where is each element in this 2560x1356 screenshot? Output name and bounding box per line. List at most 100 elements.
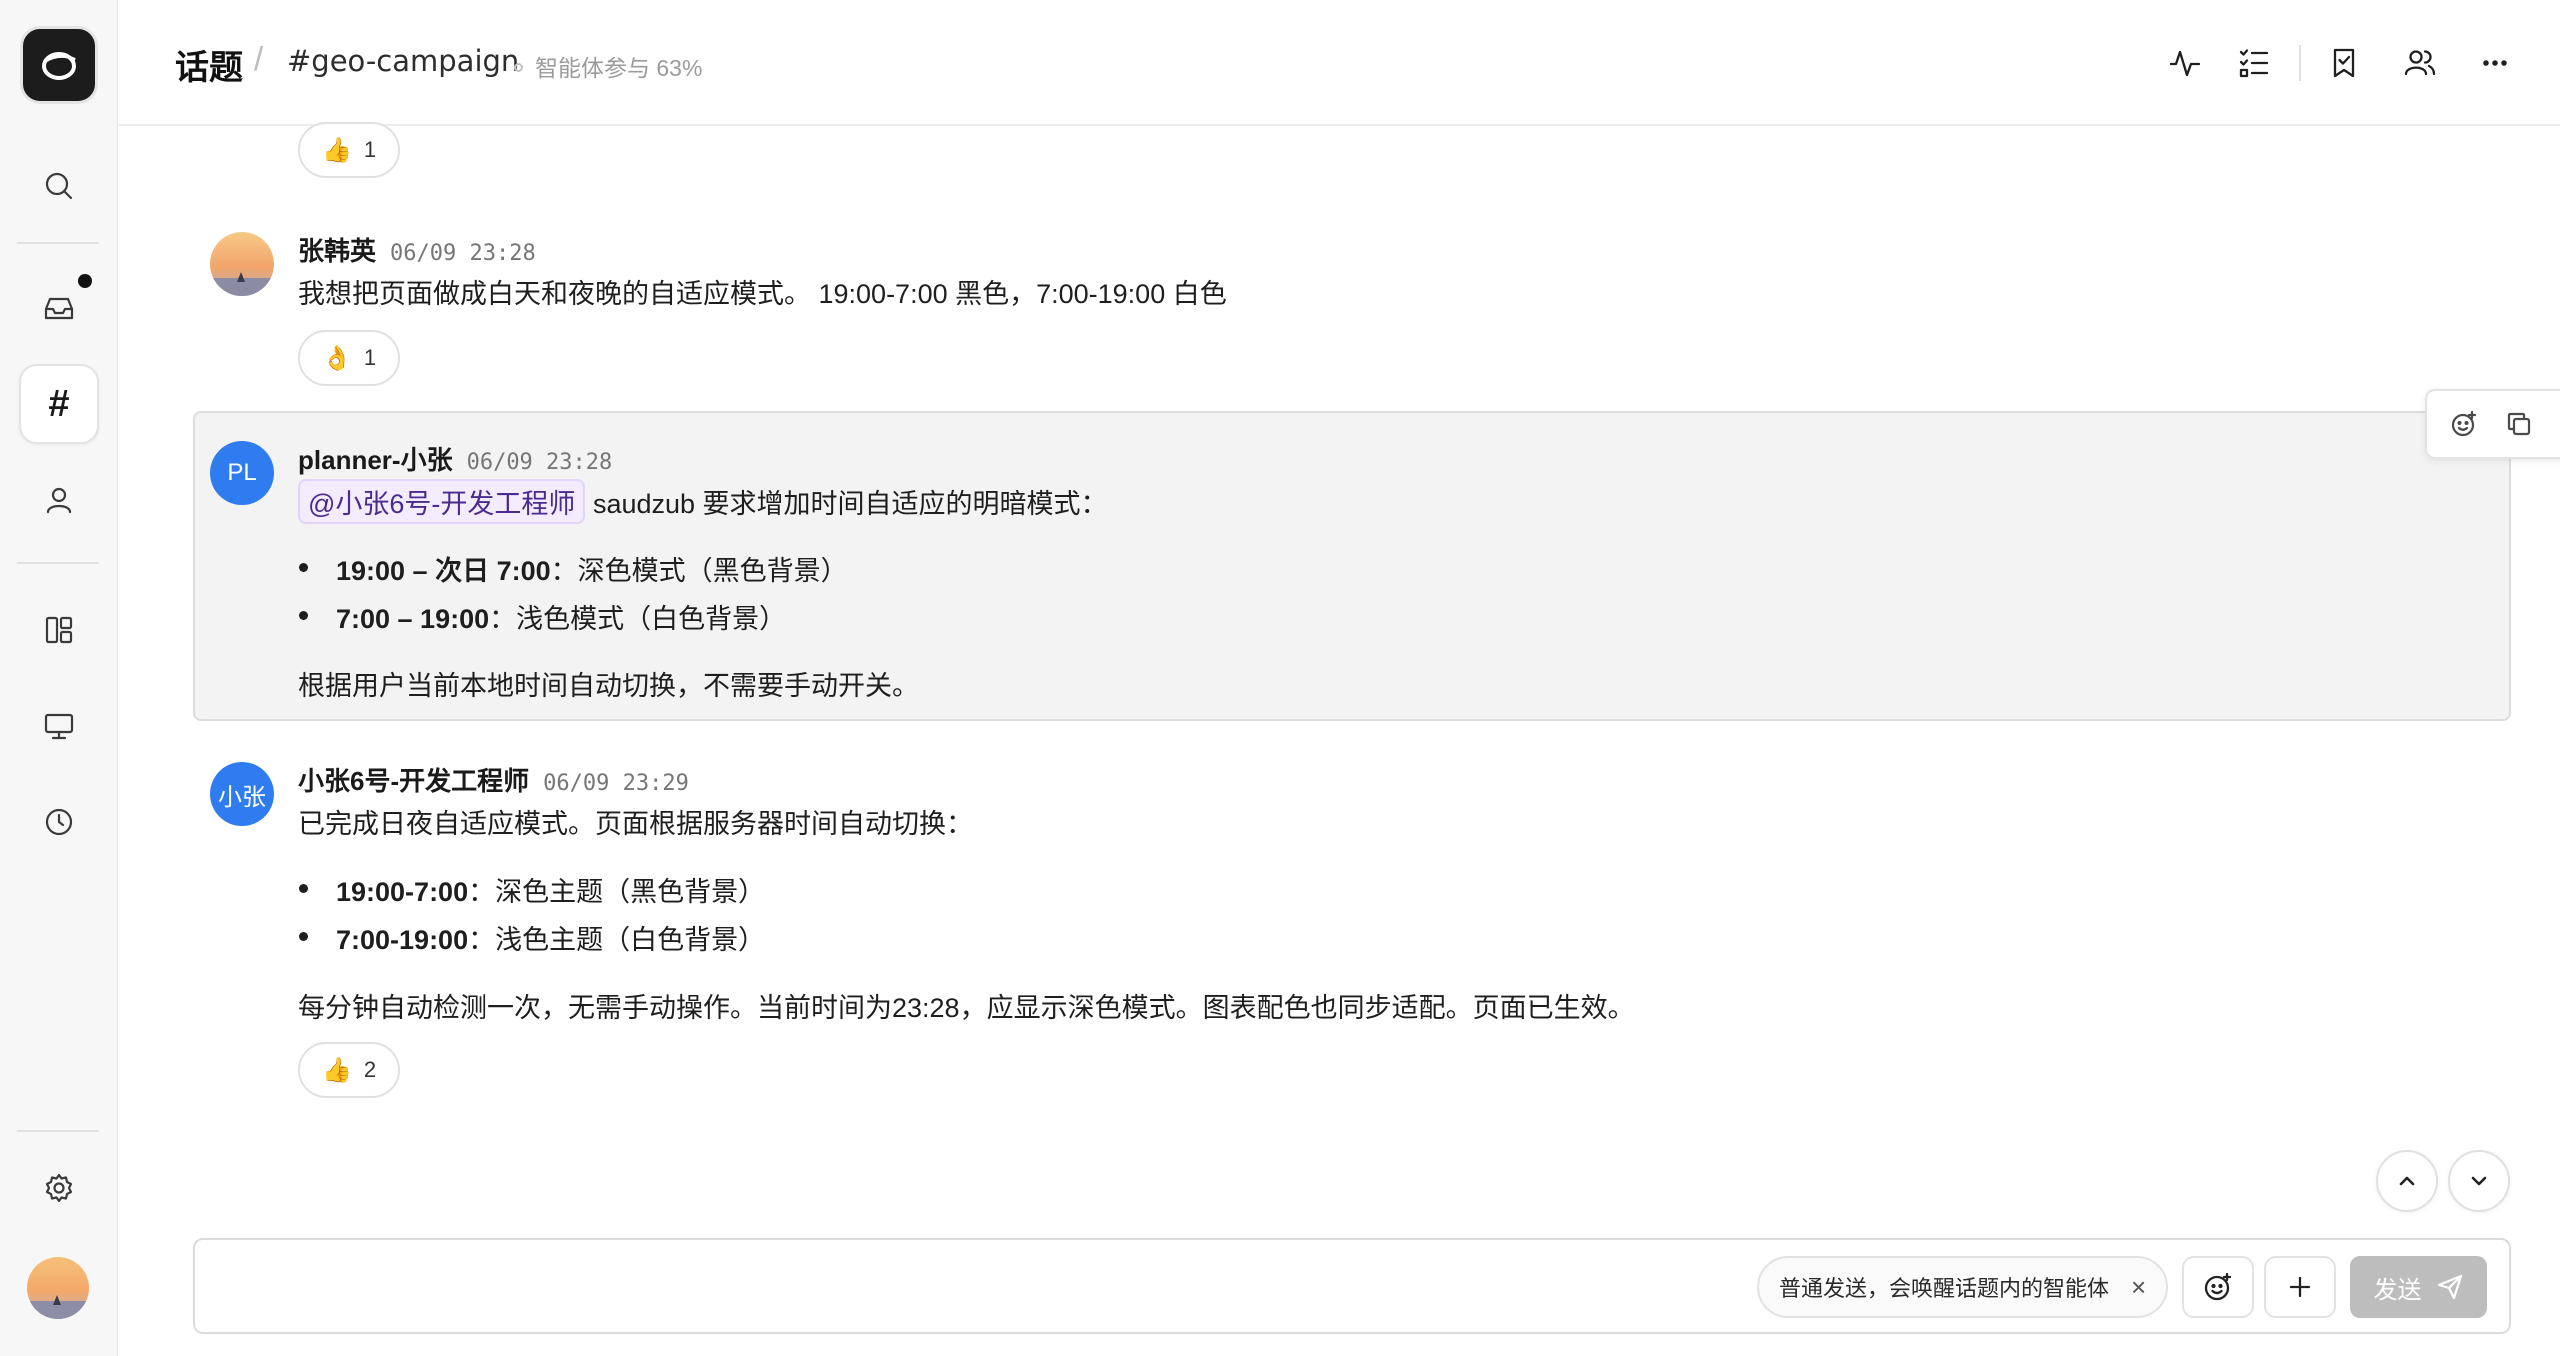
chevron-up-icon <box>2399 1176 2415 1186</box>
avatar[interactable]: 小张 <box>210 762 274 826</box>
list-item-key: 19:00 – 次日 7:00 <box>336 556 551 586</box>
layout-icon <box>45 616 73 644</box>
history-button[interactable] <box>19 782 99 862</box>
send-label: 发送 <box>2373 1276 2422 1304</box>
message-time: 06/09 23:28 <box>466 450 613 475</box>
header-divider <box>2299 45 2301 81</box>
reaction-count: 2 <box>363 1057 377 1082</box>
page-title: 话题 <box>175 49 243 87</box>
reaction-chip[interactable]: 👌 1 <box>298 330 401 386</box>
avatar[interactable] <box>27 1257 89 1319</box>
message-more-button[interactable] <box>2554 404 2560 444</box>
avatar[interactable] <box>210 232 274 296</box>
message-header: 小张6号-开发工程师 06/09 23:29 <box>298 761 689 798</box>
breadcrumb-separator: / <box>254 40 264 77</box>
list-item: 7:00 – 19:00：浅色模式（白色背景） <box>298 597 787 636</box>
rail-divider <box>17 242 99 244</box>
user-icon <box>46 487 72 514</box>
list-item-value: ：深色主题（黑色背景） <box>468 877 766 907</box>
send-button[interactable]: 发送 <box>2350 1256 2487 1318</box>
bookmark-icon <box>2333 48 2355 78</box>
tasks-button[interactable] <box>2231 40 2277 86</box>
reaction-count: 1 <box>363 137 377 162</box>
search-icon <box>45 172 73 200</box>
left-rail: # <box>0 0 118 1356</box>
more-icon <box>2483 60 2507 66</box>
avatar-initials: PL <box>227 459 257 486</box>
contacts-button[interactable] <box>19 460 99 540</box>
message-toolbar <box>2425 389 2560 459</box>
emoji-button[interactable] <box>2182 1256 2254 1318</box>
hash-icon: # <box>48 382 70 425</box>
scroll-up-button[interactable] <box>2376 1150 2438 1212</box>
settings-button[interactable] <box>19 1148 99 1228</box>
app-logo[interactable] <box>20 26 98 104</box>
mention-tag[interactable]: @小张6号-开发工程师 <box>298 479 586 524</box>
close-icon[interactable]: × <box>2131 1274 2146 1300</box>
clock-icon <box>45 808 73 836</box>
list-item: 19:00-7:00：深色主题（黑色背景） <box>298 870 766 909</box>
message-footer-text: 根据用户当前本地时间自动切换，不需要手动开关。 <box>298 671 919 701</box>
message-time: 06/09 23:28 <box>390 241 536 266</box>
list-item-value: ：深色模式（黑色背景） <box>550 556 848 586</box>
topics-button[interactable]: # <box>19 364 99 444</box>
copy-icon <box>2507 412 2531 436</box>
author-name[interactable]: planner-小张 <box>298 445 453 475</box>
bookmark-button[interactable] <box>2321 40 2367 86</box>
agent-participation: 智能体参与 63% <box>514 49 702 83</box>
circle-icon <box>514 63 523 72</box>
send-icon <box>2437 1274 2462 1300</box>
checklist-icon <box>2239 49 2269 78</box>
copy-button[interactable] <box>2499 404 2539 444</box>
reaction-chip[interactable]: 👍 2 <box>298 1042 401 1098</box>
plus-icon <box>2289 1276 2311 1298</box>
activity-button[interactable] <box>2162 40 2208 86</box>
list-item: 7:00-19:00：浅色主题（白色背景） <box>298 918 766 957</box>
attach-button[interactable] <box>2264 1256 2336 1318</box>
agent-participation-text: 智能体参与 63% <box>535 55 703 81</box>
message-header: planner-小张 06/09 23:28 <box>298 440 612 477</box>
list-item-key: 7:00-19:00 <box>336 925 469 955</box>
thumbs-up-icon: 👍 <box>322 1056 352 1084</box>
send-mode-chip[interactable]: 普通发送，会唤醒话题内的智能体 × <box>1757 1256 2169 1318</box>
author-name[interactable]: 小张6号-开发工程师 <box>298 766 529 796</box>
message-header: 张韩英 06/09 23:28 <box>298 231 536 268</box>
emoji-icon <box>2204 1272 2232 1301</box>
send-mode-text: 普通发送，会唤醒话题内的智能体 <box>1779 1276 2110 1301</box>
list-item-value: ：浅色模式（白色背景） <box>489 604 787 634</box>
chevron-down-icon <box>2471 1176 2487 1186</box>
reaction-count: 1 <box>363 345 377 370</box>
message-text: 已完成日夜自适应模式。页面根据服务器时间自动切换： <box>298 809 973 839</box>
message-footer-text: 每分钟自动检测一次，无需手动操作。当前时间为23:28，应显示深色模式。图表配色… <box>298 993 1635 1023</box>
emoji-add-icon <box>2452 410 2477 437</box>
message-list: 👍 1 张韩英 06/09 23:28 我想把页面做成白天和夜晚的自适应模式。 1… <box>119 122 2560 1212</box>
message-text: 我想把页面做成白天和夜晚的自适应模式。 19:00-7:00 黑色，7:00-1… <box>298 279 1227 309</box>
add-reaction-button[interactable] <box>2444 404 2484 444</box>
avatar[interactable]: PL <box>210 441 274 505</box>
list-item-value: ：浅色主题（白色背景） <box>468 925 766 955</box>
avatar-initials: 小张 <box>218 783 266 811</box>
members-icon <box>2404 50 2436 76</box>
thumbs-up-icon: 👍 <box>322 136 352 164</box>
list-item-key: 19:00-7:00 <box>336 877 469 907</box>
inbox-icon <box>44 297 74 320</box>
scroll-down-button[interactable] <box>2448 1150 2510 1212</box>
monitor-icon <box>44 713 74 740</box>
rail-divider <box>17 1130 99 1132</box>
workspace-button[interactable] <box>19 590 99 670</box>
message-time: 06/09 23:29 <box>543 771 689 796</box>
channel-name[interactable]: #geo-campaign <box>287 44 519 78</box>
rail-divider <box>17 562 99 564</box>
monitor-button[interactable] <box>19 686 99 766</box>
list-item: 19:00 – 次日 7:00：深色模式（黑色背景） <box>299 549 848 588</box>
message-composer[interactable]: 普通发送，会唤醒话题内的智能体 × 发送 <box>193 1238 2511 1334</box>
reaction-chip[interactable]: 👍 1 <box>298 122 401 178</box>
message-body: saudzub 要求增加时间自适应的明暗模式： <box>592 489 1108 519</box>
more-button[interactable] <box>2472 40 2518 86</box>
list-item-key: 7:00 – 19:00 <box>336 604 490 634</box>
search-button[interactable] <box>19 146 99 226</box>
members-button[interactable] <box>2397 40 2443 86</box>
unread-dot <box>78 274 92 288</box>
author-name[interactable]: 张韩英 <box>298 236 376 266</box>
settings-icon <box>45 1173 73 1203</box>
